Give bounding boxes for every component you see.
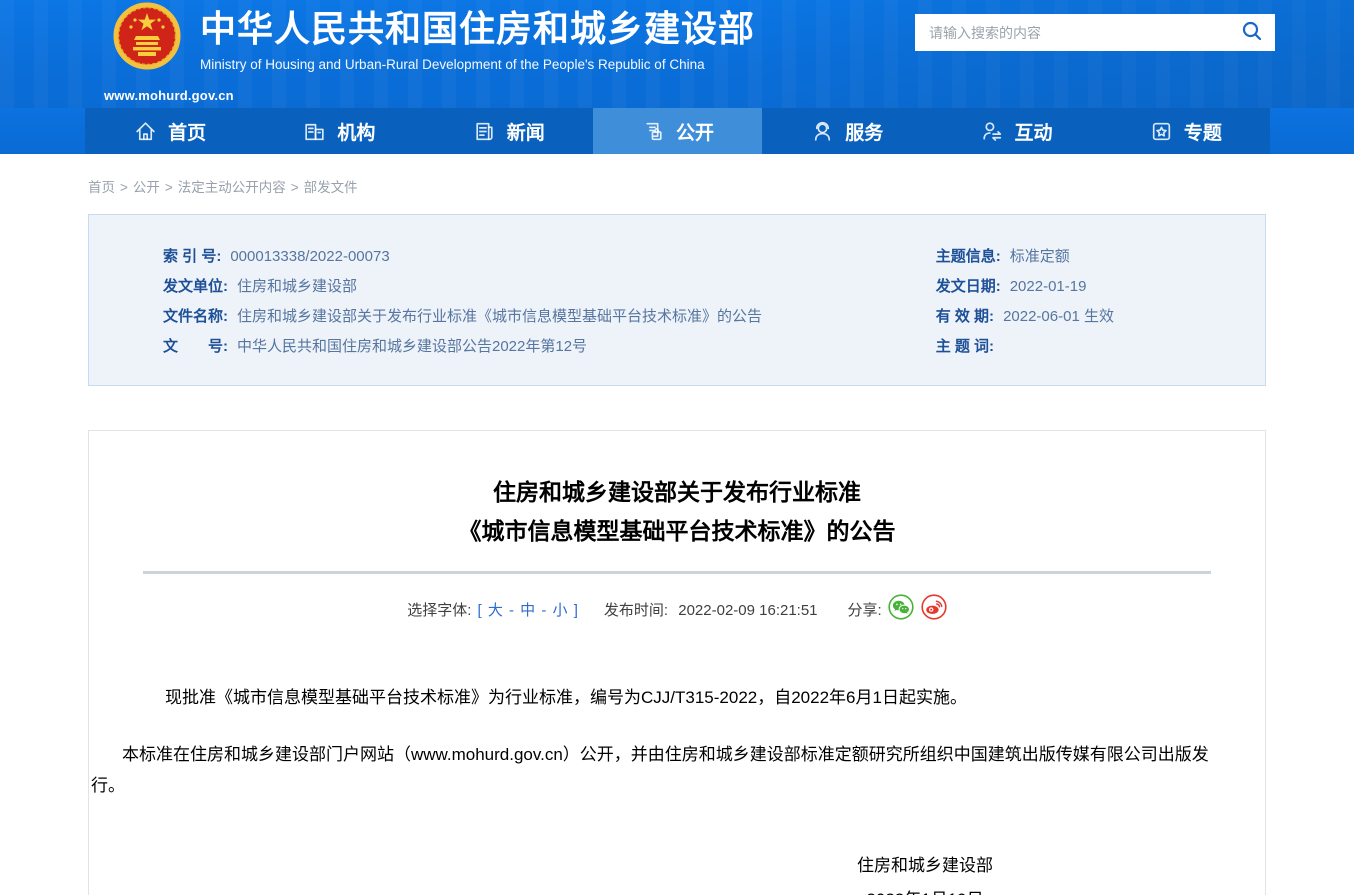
article-panel: 住房和城乡建设部关于发布行业标准 《城市信息模型基础平台技术标准》的公告 选择字… — [88, 430, 1266, 895]
meta-row-subject-info: 主题信息: 标准定额 — [936, 242, 1265, 272]
meta-row-document-name: 文件名称: 住房和城乡建设部关于发布行业标准《城市信息模型基础平台技术标准》的公告 — [163, 302, 936, 332]
dash: - — [509, 602, 514, 619]
meta-row-document-number: 文 号: 中华人民共和国住房和城乡建设部公告2022年第12号 — [163, 332, 936, 362]
meta-label: 主 题 词: — [936, 338, 994, 355]
disclosure-icon — [641, 119, 666, 144]
font-size-large-link[interactable]: 大 — [488, 602, 503, 619]
nav-item-label: 机构 — [337, 118, 375, 145]
breadcrumb-separator: > — [291, 180, 299, 195]
font-size-selector: [ 大 - 中 - 小 ] — [477, 599, 577, 620]
wechat-share-button[interactable] — [888, 594, 914, 624]
meta-value: 2022-01-19 — [1010, 278, 1087, 295]
meta-row-keywords: 主 题 词: — [936, 332, 1265, 362]
search-box — [915, 14, 1275, 51]
bracket: [ — [477, 602, 481, 619]
search-icon — [1240, 19, 1264, 46]
breadcrumb-ministry-documents: 部发文件 — [304, 180, 358, 195]
meta-label: 有 效 期: — [936, 308, 994, 325]
breadcrumb-disclosure[interactable]: 公开 — [133, 180, 160, 195]
news-icon — [472, 119, 497, 144]
service-icon — [810, 119, 835, 144]
article-paragraph: 现批准《城市信息模型基础平台技术标准》为行业标准，编号为CJJ/T315-202… — [91, 682, 1225, 713]
meta-label: 索 引 号: — [163, 248, 221, 265]
bracket: ] — [574, 602, 578, 619]
search-input[interactable] — [915, 14, 1229, 51]
meta-value: 2022-06-01 生效 — [1003, 308, 1114, 325]
organization-icon — [302, 119, 327, 144]
meta-label: 文 号: — [163, 338, 228, 355]
nav-item-home[interactable]: 首页 — [85, 108, 254, 154]
nav-item-service[interactable]: 服务 — [762, 108, 931, 154]
meta-value: 中华人民共和国住房和城乡建设部公告2022年第12号 — [237, 338, 587, 355]
share-label: 分享: — [848, 599, 882, 620]
nav-item-label: 服务 — [845, 118, 883, 145]
site-title-en: Ministry of Housing and Urban-Rural Deve… — [200, 57, 755, 72]
article-title: 住房和城乡建设部关于发布行业标准 《城市信息模型基础平台技术标准》的公告 — [89, 473, 1265, 551]
meta-label: 发文日期: — [936, 278, 1001, 295]
nav-item-label: 互动 — [1015, 118, 1053, 145]
nav-item-news[interactable]: 新闻 — [424, 108, 593, 154]
china-national-emblem-icon — [113, 2, 181, 70]
meta-value: 标准定额 — [1010, 248, 1070, 265]
document-meta-panel: 索 引 号: 000013338/2022-00073 发文单位: 住房和城乡建设部… — [88, 214, 1266, 386]
weibo-share-button[interactable] — [921, 594, 947, 624]
nav-item-label: 新闻 — [507, 118, 545, 145]
nav-item-label: 首页 — [168, 118, 206, 145]
site-url: www.mohurd.gov.cn — [104, 88, 234, 103]
breadcrumb-home[interactable]: 首页 — [88, 180, 115, 195]
meta-value: 住房和城乡建设部关于发布行业标准《城市信息模型基础平台技术标准》的公告 — [237, 308, 762, 325]
site-title-cn: 中华人民共和国住房和城乡建设部 — [200, 7, 755, 51]
title-divider — [143, 571, 1211, 574]
nav-item-label: 公开 — [676, 118, 714, 145]
article-title-line1: 住房和城乡建设部关于发布行业标准 — [89, 473, 1265, 512]
publish-time: 发布时间: 2022-02-09 16:21:51 — [604, 599, 818, 620]
nav-item-disclosure[interactable]: 公开 — [593, 108, 762, 154]
meta-row-issue-date: 发文日期: 2022-01-19 — [936, 272, 1265, 302]
font-size-small-link[interactable]: 小 — [553, 602, 568, 619]
site-banner: www.mohurd.gov.cn 中华人民共和国住房和城乡建设部 Minist… — [0, 0, 1354, 108]
publish-time-label: 发布时间: — [604, 602, 668, 619]
article-paragraph: 本标准在住房和城乡建设部门户网站（www.mohurd.gov.cn）公开，并由… — [91, 739, 1225, 801]
breadcrumb-separator: > — [165, 180, 173, 195]
meta-row-index-number: 索 引 号: 000013338/2022-00073 — [163, 242, 936, 272]
breadcrumb: 首页 > 公开 > 法定主动公开内容 > 部发文件 — [88, 176, 1354, 192]
nav-item-label: 专题 — [1184, 118, 1222, 145]
publish-time-value: 2022-02-09 16:21:51 — [678, 602, 817, 619]
signature-date: 2022年1月19日 — [795, 883, 1055, 895]
interaction-icon — [980, 119, 1005, 144]
meta-label: 主题信息: — [936, 248, 1001, 265]
weibo-icon — [921, 594, 947, 624]
meta-label: 文件名称: — [163, 308, 228, 325]
nav-item-organization[interactable]: 机构 — [254, 108, 423, 154]
dash: - — [541, 602, 546, 619]
main-navigation: 首页 机构 新闻 公开 服务 — [0, 108, 1354, 154]
signature-organization: 住房和城乡建设部 — [795, 849, 1055, 883]
topics-icon — [1149, 119, 1174, 144]
meta-value: 住房和城乡建设部 — [237, 278, 357, 295]
nav-item-interaction[interactable]: 互动 — [931, 108, 1100, 154]
article-signature: 住房和城乡建设部 2022年1月19日 — [795, 849, 1055, 895]
font-size-medium-link[interactable]: 中 — [520, 602, 535, 619]
breadcrumb-statutory-content[interactable]: 法定主动公开内容 — [178, 180, 286, 195]
breadcrumb-separator: > — [120, 180, 128, 195]
wechat-icon — [888, 594, 914, 624]
font-select-label: 选择字体: — [407, 599, 471, 620]
search-button[interactable] — [1229, 14, 1275, 51]
meta-row-effective-date: 有 效 期: 2022-06-01 生效 — [936, 302, 1265, 332]
article-title-line2: 《城市信息模型基础平台技术标准》的公告 — [89, 512, 1265, 551]
article-toolbar: 选择字体: [ 大 - 中 - 小 ] 发布时间: 2022-02-09 16:… — [89, 594, 1265, 624]
meta-row-issuing-unit: 发文单位: 住房和城乡建设部 — [163, 272, 936, 302]
home-icon — [133, 119, 158, 144]
meta-value: 000013338/2022-00073 — [230, 248, 389, 265]
meta-label: 发文单位: — [163, 278, 228, 295]
nav-item-topics[interactable]: 专题 — [1101, 108, 1270, 154]
article-body: 现批准《城市信息模型基础平台技术标准》为行业标准，编号为CJJ/T315-202… — [89, 682, 1265, 895]
